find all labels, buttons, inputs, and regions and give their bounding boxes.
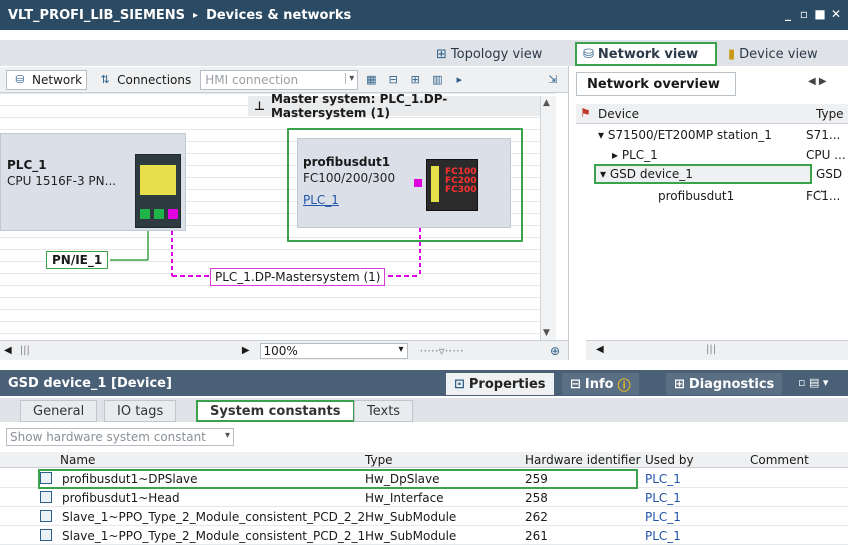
network-lines <box>110 228 421 277</box>
canvas-status-bar: ◀ ||| ▶ 100% ▾ ·····▿····· ⊕ <box>0 340 568 360</box>
subtab-system-constants[interactable]: System constants <box>196 400 355 422</box>
scroll-left-icon[interactable]: ◀ <box>4 345 12 356</box>
overview-navigation-icon[interactable]: ⊕ <box>550 344 560 358</box>
float-icon[interactable]: ▫ <box>798 7 810 21</box>
table-row[interactable]: profibusdut1~Head Hw_Interface 258 PLC_1 <box>0 489 848 507</box>
subtab-general[interactable]: General <box>20 400 98 422</box>
dpslave-row-highlight <box>38 469 638 489</box>
minimize-icon[interactable]: _ <box>782 7 794 21</box>
filter-dropdown-icon: ▾ <box>224 430 230 441</box>
properties-tab[interactable]: ⊡ Properties <box>446 373 554 395</box>
network-icon: ⛁ <box>583 46 594 62</box>
overview-row[interactable]: profibusdut1 FC1... <box>576 186 848 206</box>
constants-table-header: Name Type Hardware identifier Used by Co… <box>0 452 848 468</box>
network-view-tab[interactable]: ⛁ Network view <box>575 42 717 66</box>
diagnostics-tab[interactable]: ⊞ Diagnostics <box>666 373 783 395</box>
zoom-dropdown-icon: ▾ <box>398 343 404 355</box>
constant-icon <box>40 529 52 541</box>
dp-master-system-label[interactable]: PLC_1.DP-Mastersystem (1) <box>210 268 386 286</box>
subtab-texts[interactable]: Texts <box>354 400 414 422</box>
scroll-right-icon[interactable]: ▶ <box>242 345 250 356</box>
properties-subtabs: General IO tags System constants Texts <box>0 398 848 422</box>
info-tab[interactable]: ⊟ Info ⓘ <box>562 373 639 395</box>
device-header-icon: ⚑ <box>580 106 591 120</box>
network-overview-tab[interactable]: Network overview <box>576 72 736 96</box>
pnie-subnet-label[interactable]: PN/IE_1 <box>46 251 109 269</box>
overview-row-gsd-device[interactable]: ▾ GSD device_1 <box>594 164 812 184</box>
constant-icon <box>40 510 52 522</box>
overview-header: ⚑ Device Type <box>576 104 848 124</box>
overview-row[interactable]: ▾ S71500/ET200MP station_1 S71... <box>576 125 848 145</box>
maximize-icon[interactable]: ■ <box>814 7 826 21</box>
close-icon[interactable]: ✕ <box>830 7 842 21</box>
zoom-slider[interactable]: ·····▿····· <box>420 344 464 358</box>
table-row[interactable]: Slave_1~PPO_Type_2_Module_consistent_PCD… <box>0 508 848 526</box>
info-list-icon: ⊟ <box>570 376 581 392</box>
device-view-tab[interactable]: ▮ Device view <box>722 42 824 66</box>
overview-horizontal-scrollbar[interactable]: ◀ ||| <box>586 340 848 360</box>
zoom-select[interactable]: 100% ▾ <box>259 342 408 359</box>
scroll-thumb-icon[interactable]: ||| <box>20 345 30 356</box>
info-icon: ⓘ <box>617 378 631 394</box>
overview-row[interactable]: ▸ PLC_1 CPU ... <box>576 145 848 165</box>
overview-nav-arrows[interactable]: ◀ ▶ <box>808 76 827 87</box>
table-row[interactable]: Slave_1~PPO_Type_2_Module_consistent_PCD… <box>0 527 848 545</box>
overview-scroll-left-icon[interactable]: ◀ <box>596 344 604 355</box>
device-icon: ▮ <box>728 46 736 62</box>
overview-scroll-thumb-icon[interactable]: ||| <box>706 344 716 355</box>
subtab-io-tags[interactable]: IO tags <box>104 400 177 422</box>
constant-filter-select[interactable]: Show hardware system constant ▾ <box>6 428 234 446</box>
diagnostics-icon: ⊞ <box>674 376 685 392</box>
window-controls: _ ▫ ■ ✕ <box>782 7 842 21</box>
constant-icon <box>40 491 52 503</box>
panel-controls-icon[interactable]: ▫ ▤ ▾ <box>798 376 828 389</box>
properties-icon: ⊡ <box>454 376 465 392</box>
